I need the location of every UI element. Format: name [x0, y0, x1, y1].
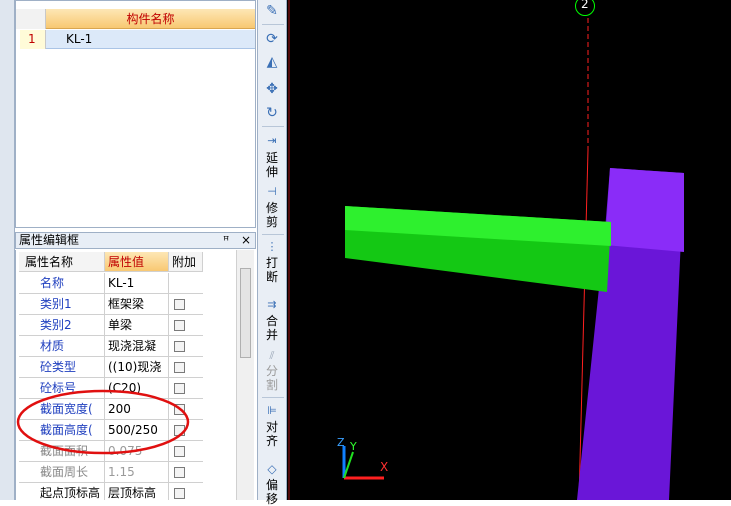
extend-icon[interactable]: ⇥	[262, 132, 282, 150]
align-icon[interactable]: ⊫	[262, 402, 282, 420]
component-name-cell[interactable]: KL-1	[46, 30, 255, 49]
x-axis-label: X	[380, 460, 389, 474]
property-value[interactable]: ((10)现浇	[105, 357, 169, 378]
align-label[interactable]: 对齐	[264, 420, 280, 448]
extra-cell	[169, 357, 203, 378]
trim-icon[interactable]: ⊣	[262, 183, 282, 201]
component-list-header: 构件名称	[16, 9, 255, 29]
mirror-icon[interactable]: ◭	[262, 53, 282, 71]
extra-cell	[169, 315, 203, 336]
extra-checkbox[interactable]	[174, 299, 185, 310]
offset-label[interactable]: 偏移	[264, 478, 280, 506]
brush-icon[interactable]: ✎	[262, 2, 282, 20]
toolbar-separator	[262, 24, 284, 25]
move-icon[interactable]: ✥	[262, 80, 282, 98]
merge-icon[interactable]: ⇉	[262, 296, 282, 314]
trim-label[interactable]: 修剪	[264, 201, 280, 229]
property-editor-title: 属性编辑框	[19, 233, 80, 247]
property-value[interactable]: 单梁	[105, 315, 169, 336]
z-axis-label: Z	[337, 436, 345, 449]
rotate-icon[interactable]: ↻	[262, 104, 282, 122]
row-header-corner	[16, 9, 46, 29]
split-label: 分割	[265, 364, 278, 392]
break-icon[interactable]: ⋮	[262, 238, 282, 256]
close-icon[interactable]: ×	[241, 233, 251, 248]
y-axis-label: Y	[350, 440, 357, 453]
header-property-name: 属性名称	[19, 252, 105, 272]
left-panel-strip	[0, 0, 15, 500]
property-editor-titlebar: 属性编辑框 ꟸ ×	[15, 232, 256, 249]
extra-checkbox[interactable]	[174, 467, 185, 478]
scrollbar-thumb[interactable]	[240, 268, 251, 358]
property-name: 材质	[19, 336, 105, 357]
property-row[interactable]: 砼类型 ((10)现浇	[19, 357, 203, 378]
property-row[interactable]: 材质 现浇混凝	[19, 336, 203, 357]
property-value[interactable]: 现浇混凝	[105, 336, 169, 357]
extra-cell	[169, 462, 203, 483]
property-value: 1.15	[105, 462, 169, 483]
property-name: 名称	[19, 273, 105, 294]
extra-checkbox[interactable]	[174, 320, 185, 331]
offset-icon[interactable]: ◇	[262, 460, 282, 478]
property-value[interactable]: KL-1	[105, 273, 169, 294]
property-row[interactable]: 截面周长(m 1.15	[19, 462, 203, 500]
property-name: 类别1	[19, 294, 105, 315]
break-label[interactable]: 打断	[264, 256, 280, 284]
axis-tag-label: 2	[581, 0, 589, 11]
header-property-value: 属性值	[105, 252, 169, 272]
component-list-panel: 构件名称 1 KL-1	[15, 0, 256, 228]
extend-label[interactable]: 延伸	[264, 151, 280, 179]
extra-checkbox[interactable]	[174, 362, 185, 373]
property-row[interactable]: 类别2 单梁	[19, 315, 203, 336]
property-row[interactable]: 名称 KL-1	[19, 273, 203, 294]
property-name: 砼类型	[19, 357, 105, 378]
column-top-face	[605, 168, 684, 252]
extra-checkbox[interactable]	[174, 341, 185, 352]
component-row[interactable]: 1 KL-1	[16, 30, 255, 49]
property-row[interactable]: 起点顶标高 层顶标高	[19, 483, 203, 500]
row-number: 1	[20, 30, 46, 49]
header-extra: 附加	[169, 252, 203, 272]
property-row[interactable]: 类别1 框架梁	[19, 294, 203, 315]
split-icon: ⫽	[269, 349, 275, 362]
column-header-component-name[interactable]: 构件名称	[46, 9, 255, 29]
edit-toolbar: ✎ ⟳ ◭ ✥ ↻ ⇥ 延伸 ⊣ 修剪 ⋮ 打断 ⇉ 合并 ⫽ 分割 ⊫ 对齐 …	[257, 0, 287, 506]
toolbar-separator	[262, 234, 284, 235]
property-name: 起点顶标高	[19, 483, 105, 500]
property-scrollbar[interactable]	[236, 250, 254, 500]
toolbar-separator	[262, 397, 284, 398]
annotation-ellipse	[16, 389, 190, 455]
extra-cell	[169, 294, 203, 315]
property-name: 截面周长(m	[19, 462, 105, 500]
toolbar-separator	[262, 126, 284, 127]
property-grid: 属性名称 属性值 附加 名称 KL-1 类别1 框架梁 类别2 单梁 材质 现浇…	[15, 250, 256, 500]
property-name: 类别2	[19, 315, 105, 336]
extra-cell	[169, 336, 203, 357]
grid-axis-tag: 2	[575, 0, 597, 20]
scene-canvas	[288, 0, 684, 500]
extra-checkbox[interactable]	[174, 488, 185, 499]
merge-label[interactable]: 合并	[264, 314, 280, 342]
copy-transform-icon[interactable]: ⟳	[262, 30, 282, 48]
pin-icon[interactable]: ꟸ	[223, 233, 229, 248]
extra-cell	[169, 273, 203, 294]
property-value[interactable]: 框架梁	[105, 294, 169, 315]
property-value[interactable]: 层顶标高	[105, 483, 169, 500]
extra-cell	[169, 483, 203, 500]
3d-viewport[interactable]: X Y Z	[287, 0, 731, 500]
